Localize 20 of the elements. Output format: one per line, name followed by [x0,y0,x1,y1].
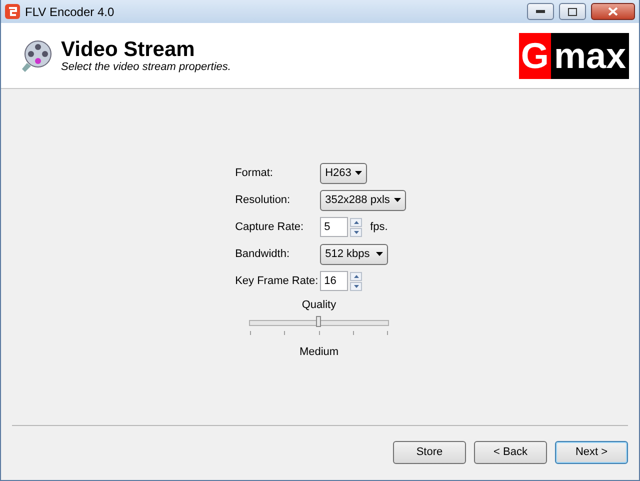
page-title: Video Stream [61,38,196,60]
store-button[interactable]: Store [393,440,466,464]
page-subtitle: Select the video stream properties. [61,60,231,72]
field-label: Capture Rate: [235,220,305,235]
quality-reading: Medium [299,346,339,358]
next-button[interactable]: Next > [555,440,628,464]
field-label: Bandwidth: [235,247,291,262]
window-title: FLV Encoder 4.0 [25,4,114,18]
dropdown[interactable]: 352x288 pxls [320,190,406,210]
field-label: Key Frame Rate: [235,274,320,289]
field-label: Resolution: [235,193,292,208]
dropdown[interactable]: H263 [320,162,368,184]
logo: G max [518,32,629,78]
dropdown[interactable]: 512 kbps [320,244,388,264]
field-label: Format: [235,166,274,181]
quality-label: Quality [302,299,336,311]
unit-label: fps. [370,221,388,233]
input-field[interactable]: 5 [320,217,348,237]
back-button[interactable]: < Back [474,440,547,464]
input-field[interactable]: 16 [320,271,348,291]
